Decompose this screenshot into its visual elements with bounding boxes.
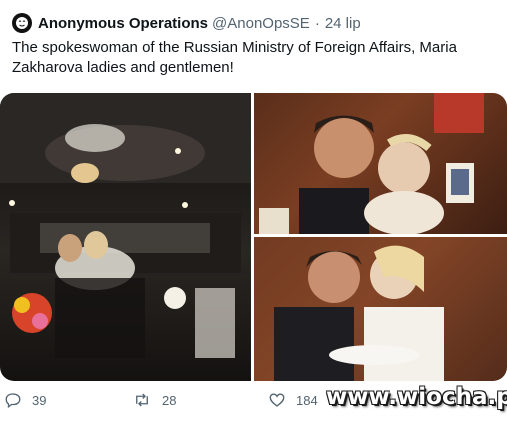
photo-limousine[interactable]	[0, 93, 251, 381]
reply-icon	[5, 393, 21, 409]
tweet-header: Anonymous Operations @AnonOpsSE · 24 lip	[12, 12, 361, 34]
tweet[interactable]: Anonymous Operations @AnonOpsSE · 24 lip…	[0, 0, 507, 422]
photo-kiss-top[interactable]	[254, 93, 507, 234]
photo-kiss-bottom[interactable]	[254, 237, 507, 381]
photo-limousine-art	[0, 93, 251, 358]
photo-kiss-bottom-art	[254, 237, 507, 381]
anonymous-mask-icon	[16, 17, 28, 29]
separator-dot: ·	[314, 14, 320, 32]
reply-action[interactable]: 39	[4, 386, 46, 414]
tweet-date[interactable]: 24 lip	[325, 15, 361, 32]
reply-count: 39	[32, 392, 47, 408]
watermark: www.wiocha.pl	[326, 384, 507, 410]
like-action[interactable]: 184	[268, 386, 318, 414]
retweet-action[interactable]: 28	[132, 386, 176, 414]
author-name[interactable]: Anonymous Operations	[38, 15, 208, 32]
tweet-text: The spokeswoman of the Russian Ministry …	[12, 39, 457, 76]
like-icon	[269, 393, 285, 407]
avatar[interactable]	[12, 13, 32, 33]
like-count: 184	[296, 392, 318, 408]
retweet-count: 28	[162, 392, 177, 408]
author-handle[interactable]: @AnonOpsSE	[212, 15, 310, 32]
photo-kiss-top-art	[259, 93, 484, 234]
media-grid	[0, 93, 507, 381]
retweet-icon	[136, 393, 148, 407]
